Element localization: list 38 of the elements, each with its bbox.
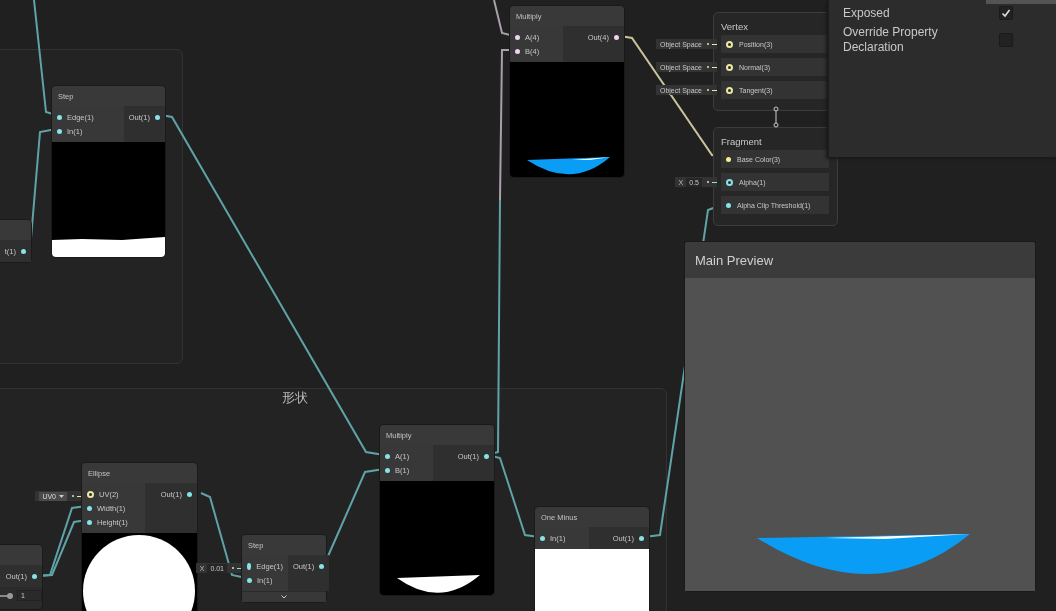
port-dot[interactable]	[726, 178, 733, 186]
port-dot[interactable]	[726, 86, 733, 94]
expand-toggle[interactable]	[242, 591, 326, 602]
port-dot[interactable]	[726, 63, 733, 71]
slider-thumb[interactable]	[7, 592, 13, 599]
block-title: Vertex	[721, 19, 749, 34]
port-dot[interactable]	[57, 114, 62, 120]
port-dot[interactable]	[87, 505, 92, 511]
port-dot[interactable]	[32, 573, 37, 579]
group-title: 形状	[282, 389, 308, 407]
link-icon	[773, 106, 779, 128]
port-dot[interactable]	[21, 248, 26, 254]
caret-icon	[59, 494, 64, 498]
port-dot[interactable]	[726, 156, 731, 162]
port-dot[interactable]	[247, 577, 252, 583]
port-dot[interactable]	[726, 202, 731, 208]
property-label: Override Property Declaration	[843, 25, 939, 55]
port-dot[interactable]	[187, 491, 192, 497]
port-dot[interactable]	[87, 490, 94, 498]
block-title: Fragment	[721, 134, 763, 149]
port-dot[interactable]	[639, 535, 644, 541]
port-dot[interactable]	[614, 34, 619, 40]
port-dot[interactable]	[247, 562, 252, 570]
port-dot[interactable]	[385, 467, 390, 473]
port-dot[interactable]	[515, 48, 520, 54]
port-dot[interactable]	[726, 40, 733, 48]
property-label: Exposed	[843, 6, 891, 21]
port-dot[interactable]	[57, 128, 62, 134]
port-dot[interactable]	[484, 453, 489, 459]
port-dot[interactable]	[515, 34, 520, 40]
port-dot[interactable]	[385, 453, 390, 459]
port-dot[interactable]	[319, 563, 325, 569]
panel-title: Main Preview	[694, 251, 775, 270]
port-dot[interactable]	[87, 519, 92, 525]
chevron-icon	[281, 595, 287, 599]
port-dot[interactable]	[540, 535, 545, 541]
port-dot[interactable]	[155, 114, 160, 120]
checkbox[interactable]	[999, 6, 1013, 20]
